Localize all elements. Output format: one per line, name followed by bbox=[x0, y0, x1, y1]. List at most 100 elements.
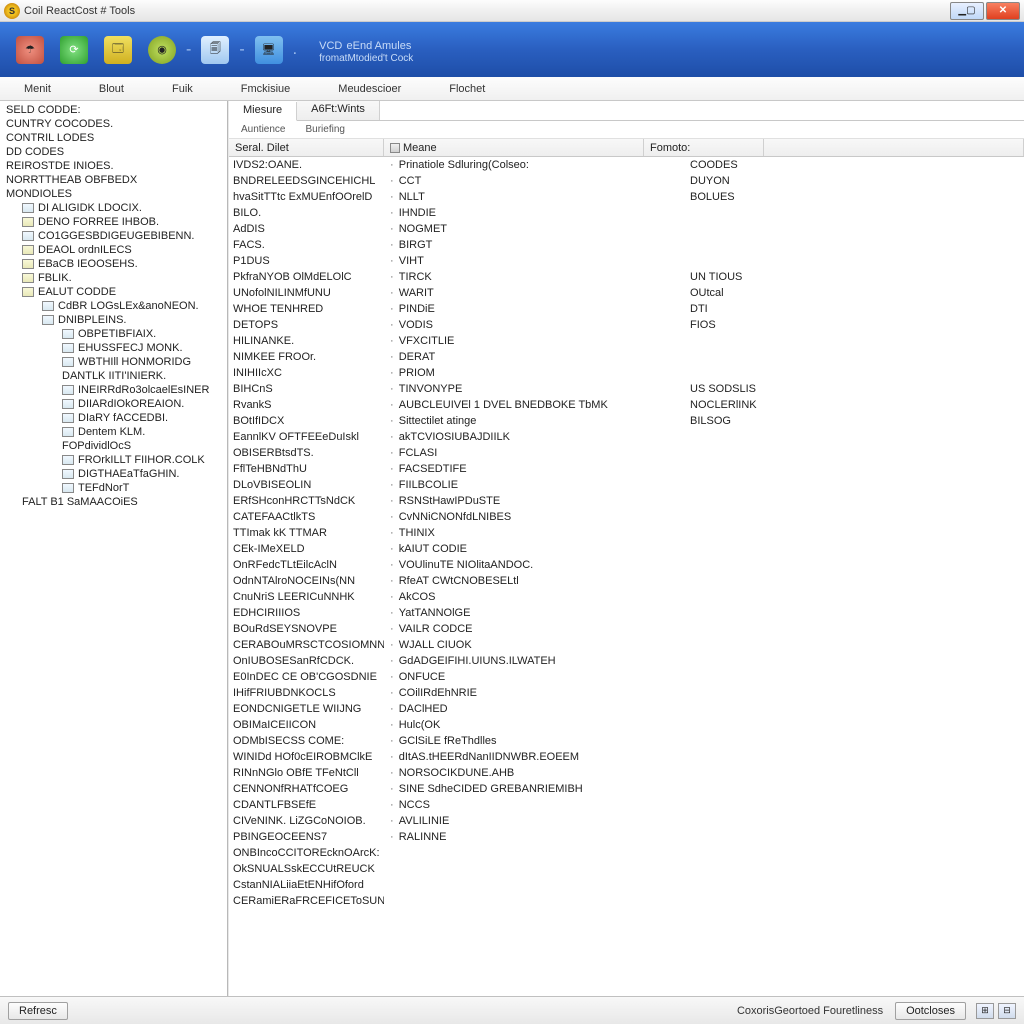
tree-node[interactable]: FBLIK. bbox=[0, 271, 227, 285]
table-row[interactable]: CstanNIALiiaEtENHifOford bbox=[229, 877, 1024, 893]
toolbar-icon-1[interactable]: ☂ bbox=[16, 36, 44, 64]
table-row[interactable]: OdnNTAlroNOCEINs(NN· RfeAT CWtCNOBESELtl bbox=[229, 573, 1024, 589]
table-row[interactable]: RvankS· AUBCLEUIVEl 1 DVEL BNEDBOKE TbMK… bbox=[229, 397, 1024, 413]
close-button[interactable]: ✕ bbox=[986, 2, 1020, 20]
table-row[interactable]: CERamiERaFRCEFICEToSUN bbox=[229, 893, 1024, 909]
tree-node[interactable]: EALUT CODDE bbox=[0, 285, 227, 299]
subtab-0[interactable]: Miesure bbox=[229, 102, 297, 121]
tree-node[interactable]: FROrkILLT FIIHOR.COLK bbox=[0, 453, 227, 467]
tree-node[interactable]: FALT B1 SaMAACOiES bbox=[0, 495, 227, 509]
table-row[interactable]: WINIDd HOf0cEIROBMClkE· dItAS.tHEERdNanI… bbox=[229, 749, 1024, 765]
table-row[interactable]: IVDS2:OANE.· Prinatiole Sdluring(Colseo:… bbox=[229, 157, 1024, 173]
table-row[interactable]: CERABOuMRSCTCOSIOMNNODJEII· WJALL CIUOK bbox=[229, 637, 1024, 653]
tree-node[interactable]: DNIBPLEINS. bbox=[0, 313, 227, 327]
table-row[interactable]: DLoVBISEOLIN· FIILBCOLIE bbox=[229, 477, 1024, 493]
tree-node[interactable]: SELD CODDE: bbox=[0, 103, 227, 117]
table-row[interactable]: CIVeNINK. LiZGCoNOIOB.· AVLILINIE bbox=[229, 813, 1024, 829]
table-row[interactable]: ERfSHconHRCTTsNdCK· RSNStHawIPDuSTE bbox=[229, 493, 1024, 509]
toolbar-icon-5[interactable]: 🗐 bbox=[201, 36, 229, 64]
toolbar-icon-2[interactable]: ⟳ bbox=[60, 36, 88, 64]
subtab2-1[interactable]: Buriefing bbox=[305, 124, 344, 135]
table-row[interactable]: OnIUBOSESanRfCDCK.· GdADGEIFIHI.UIUNS.IL… bbox=[229, 653, 1024, 669]
status-icon-2[interactable]: ⊟ bbox=[998, 1003, 1016, 1019]
tree-node[interactable]: Dentem KLM. bbox=[0, 425, 227, 439]
tree-node[interactable]: FOPdividlOcS bbox=[0, 439, 227, 453]
table-row[interactable]: ONBIncoCCITOREcknOArcK: bbox=[229, 845, 1024, 861]
table-row[interactable]: ODMbISECSS COME:· GClSiLE fReThdlles bbox=[229, 733, 1024, 749]
table-row[interactable]: CENNONfRHATfCOEG· SINE SdheCIDED GREBANR… bbox=[229, 781, 1024, 797]
table-row[interactable]: CATEFAACtlkTS· CvNNiCNONfdLNIBES bbox=[229, 509, 1024, 525]
menu-item-5[interactable]: Flochet bbox=[425, 77, 509, 100]
subtab-1[interactable]: A6Ft:Wints bbox=[297, 101, 380, 120]
toolbar-icon-4[interactable]: ◉ bbox=[148, 36, 176, 64]
table-row[interactable]: IHifFRIUBDNKOCLS· COilIRdEhNRIE bbox=[229, 685, 1024, 701]
col-header-2[interactable]: Meane bbox=[384, 139, 644, 156]
table-row[interactable]: CnuNriS LEERICuNNHK· AkCOS bbox=[229, 589, 1024, 605]
tree-node[interactable]: DIaRY fACCEDBI. bbox=[0, 411, 227, 425]
table-row[interactable]: BILO.· IHNDIE bbox=[229, 205, 1024, 221]
table-row[interactable]: EannlKV OFTFEEeDuIskl· akTCVIOSIUBAJDIIL… bbox=[229, 429, 1024, 445]
tree-node[interactable]: DANTLK IITI'INIERK. bbox=[0, 369, 227, 383]
tree-node[interactable]: TEFdNorT bbox=[0, 481, 227, 495]
tree-node[interactable]: OBPETIBFIAIX. bbox=[0, 327, 227, 341]
table-row[interactable]: E0InDEC CE OB'CGOSDNIE· ONFUCE bbox=[229, 669, 1024, 685]
table-row[interactable]: CDANTLFBSEfE· NCCS bbox=[229, 797, 1024, 813]
tree-node[interactable]: INEIRRdRo3olcaelEsINER bbox=[0, 383, 227, 397]
tree-node[interactable]: WBTHIll HONMORIDG bbox=[0, 355, 227, 369]
menu-item-0[interactable]: Menit bbox=[0, 77, 75, 100]
menu-item-1[interactable]: Blout bbox=[75, 77, 148, 100]
table-row[interactable]: RINnNGlo OBfE TFeNtCll· NORSOCIKDUNE.AHB bbox=[229, 765, 1024, 781]
minimize-button[interactable]: ▁▢ bbox=[950, 2, 984, 20]
tree-node[interactable]: DIIARdIOkOREAION. bbox=[0, 397, 227, 411]
tree-node[interactable]: DEAOL ordnILECS bbox=[0, 243, 227, 257]
refresh-button[interactable]: Refresc bbox=[8, 1002, 68, 1020]
status-icon-1[interactable]: ⊞ bbox=[976, 1003, 994, 1019]
tree-node[interactable]: NORRTTHEAB OBFBEDX bbox=[0, 173, 227, 187]
menu-item-4[interactable]: Meudescioer bbox=[314, 77, 425, 100]
table-row[interactable]: FflTeHBNdThU· FACSEDTIFE bbox=[229, 461, 1024, 477]
tree-node[interactable]: EHUSSFECJ MONK. bbox=[0, 341, 227, 355]
table-row[interactable]: HILINANKE.· VFXCITLIE bbox=[229, 333, 1024, 349]
table-row[interactable]: BNDRELEEDSGINCEHICHL· CCTDUYON bbox=[229, 173, 1024, 189]
toolbar-icon-6[interactable]: 🖥 bbox=[255, 36, 283, 64]
table-row[interactable]: PBINGEOCEENS7· RALINNE bbox=[229, 829, 1024, 845]
tree-node[interactable]: DENO FORREE IHBOB. bbox=[0, 215, 227, 229]
table-row[interactable]: EDHCIRIIIOS· YatTANNOlGE bbox=[229, 605, 1024, 621]
table-row[interactable]: BIHCnS· TINVONYPEUS SODSLIS bbox=[229, 381, 1024, 397]
table-row[interactable]: INIHIIcXC· PRIOM bbox=[229, 365, 1024, 381]
table-row[interactable]: OnRFedcTLtEilcAclN· VOUlinuTE NIOlitaAND… bbox=[229, 557, 1024, 573]
table-row[interactable]: AdDIS· NOGMET bbox=[229, 221, 1024, 237]
table-row[interactable]: hvaSitTTtc ExMUEnfOOrelD· NLLTBOLUES bbox=[229, 189, 1024, 205]
tree-node[interactable]: EBaCB IEOOSEHS. bbox=[0, 257, 227, 271]
tree-node[interactable]: MONDIOLES bbox=[0, 187, 227, 201]
menu-item-2[interactable]: Fuik bbox=[148, 77, 217, 100]
table-row[interactable]: CEk-IMeXELD· kAIUT CODIE bbox=[229, 541, 1024, 557]
status-close-button[interactable]: Ootcloses bbox=[895, 1002, 966, 1020]
table-row[interactable]: EONDCNIGETLE WIIJNG· DAClHED bbox=[229, 701, 1024, 717]
col-header-3[interactable]: Fomoto: bbox=[644, 139, 764, 156]
tree-node[interactable]: CUNTRY COCODES. bbox=[0, 117, 227, 131]
table-row[interactable]: UNofolNILINMfUNU· WARITOUtcal bbox=[229, 285, 1024, 301]
table-row[interactable]: PkfraNYOB OlMdELOlC· TIRCKUN TIOUS bbox=[229, 269, 1024, 285]
menu-item-3[interactable]: Fmckisiue bbox=[217, 77, 315, 100]
tree-node[interactable]: DD CODES bbox=[0, 145, 227, 159]
table-row[interactable]: OBIMaICEIICON· Hulc(OK bbox=[229, 717, 1024, 733]
col-header-1[interactable]: Seral. Dilet bbox=[229, 139, 384, 156]
tree-node[interactable]: DI ALIGIDK LDOCIX. bbox=[0, 201, 227, 215]
table-row[interactable]: WHOE TENHRED· PINDiEDTI bbox=[229, 301, 1024, 317]
tree-node[interactable]: CdBR LOGsLEx&anoNEON. bbox=[0, 299, 227, 313]
table-row[interactable]: BOuRdSEYSNOVPE· VAILR CODCE bbox=[229, 621, 1024, 637]
tree-node[interactable]: DIGTHAEaTfaGHIN. bbox=[0, 467, 227, 481]
table-row[interactable]: OBISERBtsdTS.· FCLASI bbox=[229, 445, 1024, 461]
table-row[interactable]: DETOPS· VODISFIOS bbox=[229, 317, 1024, 333]
table-row[interactable]: FACS.· BIRGT bbox=[229, 237, 1024, 253]
table-row[interactable]: TTImak kK TTMAR· THINIX bbox=[229, 525, 1024, 541]
tree-node[interactable]: CONTRIL LODES bbox=[0, 131, 227, 145]
tree-node[interactable]: REIROSTDE INIOES. bbox=[0, 159, 227, 173]
table-row[interactable]: P1DUS· VIHT bbox=[229, 253, 1024, 269]
toolbar-icon-3[interactable]: 🗔 bbox=[104, 36, 132, 64]
table-row[interactable]: NIMKEE FROOr.· DERAT bbox=[229, 349, 1024, 365]
tree-node[interactable]: CO1GGESBDIGEUGEBIBENN. bbox=[0, 229, 227, 243]
subtab2-0[interactable]: Auntience bbox=[241, 124, 285, 135]
table-row[interactable]: BOtIfIDCX· Sittectilet atingeBILSOG bbox=[229, 413, 1024, 429]
